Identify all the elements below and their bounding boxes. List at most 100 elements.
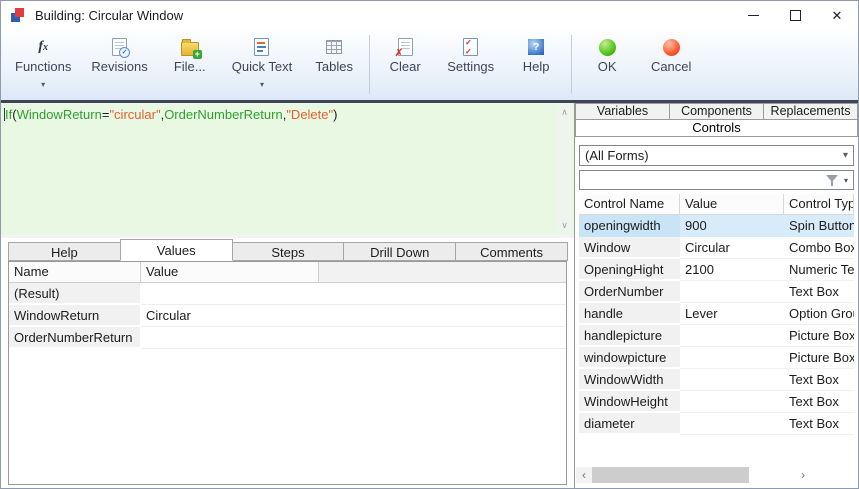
controls-table-header: Control Name Value Control Type bbox=[579, 194, 854, 215]
revisions-button[interactable]: ✓ Revisions bbox=[81, 29, 157, 74]
clear-button[interactable]: ✗ Clear bbox=[373, 29, 437, 74]
table-row[interactable]: WindowWidth Text Box bbox=[579, 369, 854, 391]
table-row[interactable]: handlepicture Picture Box bbox=[579, 325, 854, 347]
tab-variables[interactable]: Variables bbox=[575, 103, 670, 120]
cell-control-type: Text Box bbox=[784, 413, 854, 435]
formula-text: If(WindowReturn="circular",OrderNumberRe… bbox=[1, 103, 574, 122]
settings-label: Settings bbox=[447, 59, 494, 74]
table-row[interactable]: windowpicture Picture Box bbox=[579, 347, 854, 369]
app-icon-red-square bbox=[15, 8, 24, 17]
row-name: WindowReturn bbox=[9, 305, 141, 327]
tab-values[interactable]: Values bbox=[120, 239, 233, 261]
ok-icon bbox=[599, 38, 616, 56]
formula-editor[interactable]: If(WindowReturn="circular",OrderNumberRe… bbox=[1, 103, 574, 238]
functions-button[interactable]: fx Functions ▾ bbox=[5, 29, 81, 89]
cell-control-type: Picture Box bbox=[784, 347, 854, 369]
cancel-icon bbox=[663, 38, 680, 56]
help-icon: ? bbox=[528, 38, 544, 56]
column-header-control-name[interactable]: Control Name bbox=[579, 194, 680, 215]
table-row[interactable]: OrderNumberReturn bbox=[9, 327, 566, 349]
header-filler bbox=[319, 262, 566, 283]
formula-token: OrderNumberReturn bbox=[164, 107, 283, 122]
filter-dropdown-icon[interactable]: ▾ bbox=[844, 176, 848, 185]
left-pane: If(WindowReturn="circular",OrderNumberRe… bbox=[1, 103, 575, 489]
functions-label: Functions bbox=[15, 59, 71, 74]
table-row[interactable]: diameter Text Box bbox=[579, 413, 854, 435]
ok-label: OK bbox=[598, 59, 617, 74]
table-row[interactable]: WindowHeight Text Box bbox=[579, 391, 854, 413]
cell-value bbox=[680, 281, 784, 303]
cell-control-name: OrderNumber bbox=[579, 281, 680, 303]
tab-steps[interactable]: Steps bbox=[232, 242, 345, 261]
filter-funnel-icon[interactable] bbox=[826, 175, 839, 186]
scroll-right-icon[interactable]: › bbox=[749, 467, 857, 483]
fx-icon: fx bbox=[38, 38, 48, 56]
scroll-left-icon[interactable]: ‹ bbox=[576, 467, 592, 483]
column-header-control-type[interactable]: Control Type bbox=[784, 194, 854, 215]
forms-filter-value: (All Forms) bbox=[585, 148, 649, 163]
revisions-label: Revisions bbox=[91, 59, 147, 74]
row-value: Circular bbox=[141, 305, 566, 327]
cell-control-name: diameter bbox=[579, 413, 680, 435]
table-row[interactable]: OpeningHight 2100 Numeric Text Box bbox=[579, 259, 854, 281]
column-header-value[interactable]: Value bbox=[680, 194, 784, 215]
scroll-down-icon[interactable]: ∨ bbox=[561, 218, 568, 233]
scroll-up-icon[interactable]: ∧ bbox=[561, 105, 568, 120]
cancel-label: Cancel bbox=[651, 59, 691, 74]
minimize-icon bbox=[748, 15, 759, 16]
formula-token: "circular" bbox=[109, 107, 160, 122]
maximize-button[interactable] bbox=[774, 1, 816, 29]
table-row-selected[interactable]: openingwidth 900 Spin Button bbox=[579, 215, 854, 237]
horizontal-scrollbar[interactable]: ‹ › bbox=[576, 467, 857, 483]
cell-control-name: handlepicture bbox=[579, 325, 680, 347]
forms-filter-combobox[interactable]: (All Forms) ▾ bbox=[579, 145, 854, 166]
app-icon bbox=[10, 7, 26, 23]
tables-button[interactable]: Tables bbox=[302, 29, 366, 74]
quick-text-dropdown-icon[interactable]: ▾ bbox=[260, 81, 264, 89]
row-name: OrderNumberReturn bbox=[9, 327, 141, 349]
row-name: (Result) bbox=[9, 283, 141, 305]
help-button[interactable]: ? Help bbox=[504, 29, 568, 74]
cell-value: Circular bbox=[680, 237, 784, 259]
toolbar-separator bbox=[369, 35, 370, 94]
tab-replacements[interactable]: Replacements bbox=[764, 103, 858, 120]
formula-scrollbar[interactable]: ∧ ∨ bbox=[557, 105, 572, 233]
table-row[interactable]: (Result) bbox=[9, 283, 566, 305]
right-tab-strip: Variables Components Replacements bbox=[575, 103, 858, 120]
clear-icon: ✗ bbox=[398, 38, 413, 56]
column-header-name[interactable]: Name bbox=[9, 262, 141, 283]
cell-control-type: Option Group bbox=[784, 303, 854, 325]
close-button[interactable]: ✕ bbox=[816, 1, 858, 29]
tab-help[interactable]: Help bbox=[8, 242, 121, 261]
minimize-button[interactable] bbox=[732, 1, 774, 29]
cell-value: 2100 bbox=[680, 259, 784, 281]
table-row[interactable]: handle Lever Option Group bbox=[579, 303, 854, 325]
quick-text-label: Quick Text bbox=[232, 59, 292, 74]
table-row[interactable]: OrderNumber Text Box bbox=[579, 281, 854, 303]
cell-value bbox=[680, 325, 784, 347]
tab-controls[interactable]: Controls bbox=[575, 120, 858, 137]
table-row[interactable]: WindowReturn Circular bbox=[9, 305, 566, 327]
functions-dropdown-icon[interactable]: ▾ bbox=[41, 81, 45, 89]
revisions-icon: ✓ bbox=[112, 38, 127, 56]
cell-control-name: Window bbox=[579, 237, 680, 259]
file-button[interactable]: + File... bbox=[158, 29, 222, 74]
tab-components[interactable]: Components bbox=[670, 103, 764, 120]
quick-text-button[interactable]: Quick Text ▾ bbox=[222, 29, 302, 89]
table-row[interactable]: Window Circular Combo Box bbox=[579, 237, 854, 259]
ok-button[interactable]: OK bbox=[575, 29, 639, 74]
tab-drill-down[interactable]: Drill Down bbox=[343, 242, 456, 261]
clear-label: Clear bbox=[390, 59, 421, 74]
app-window: Building: Circular Window ✕ fx Functions… bbox=[0, 0, 859, 489]
cancel-button[interactable]: Cancel bbox=[639, 29, 703, 74]
search-input[interactable] bbox=[585, 171, 821, 189]
settings-button[interactable]: ✓✓ Settings bbox=[437, 29, 504, 74]
formula-token: ) bbox=[333, 107, 337, 122]
tab-comments[interactable]: Comments bbox=[455, 242, 568, 261]
ribbon-toolbar: fx Functions ▾ ✓ Revisions + File... Qui… bbox=[1, 29, 858, 103]
scrollbar-thumb[interactable] bbox=[592, 467, 749, 483]
cell-control-type: Spin Button bbox=[784, 215, 854, 237]
column-header-value[interactable]: Value bbox=[141, 262, 319, 283]
cell-control-name: openingwidth bbox=[579, 215, 680, 237]
control-search-box[interactable]: ▾ bbox=[579, 170, 854, 190]
